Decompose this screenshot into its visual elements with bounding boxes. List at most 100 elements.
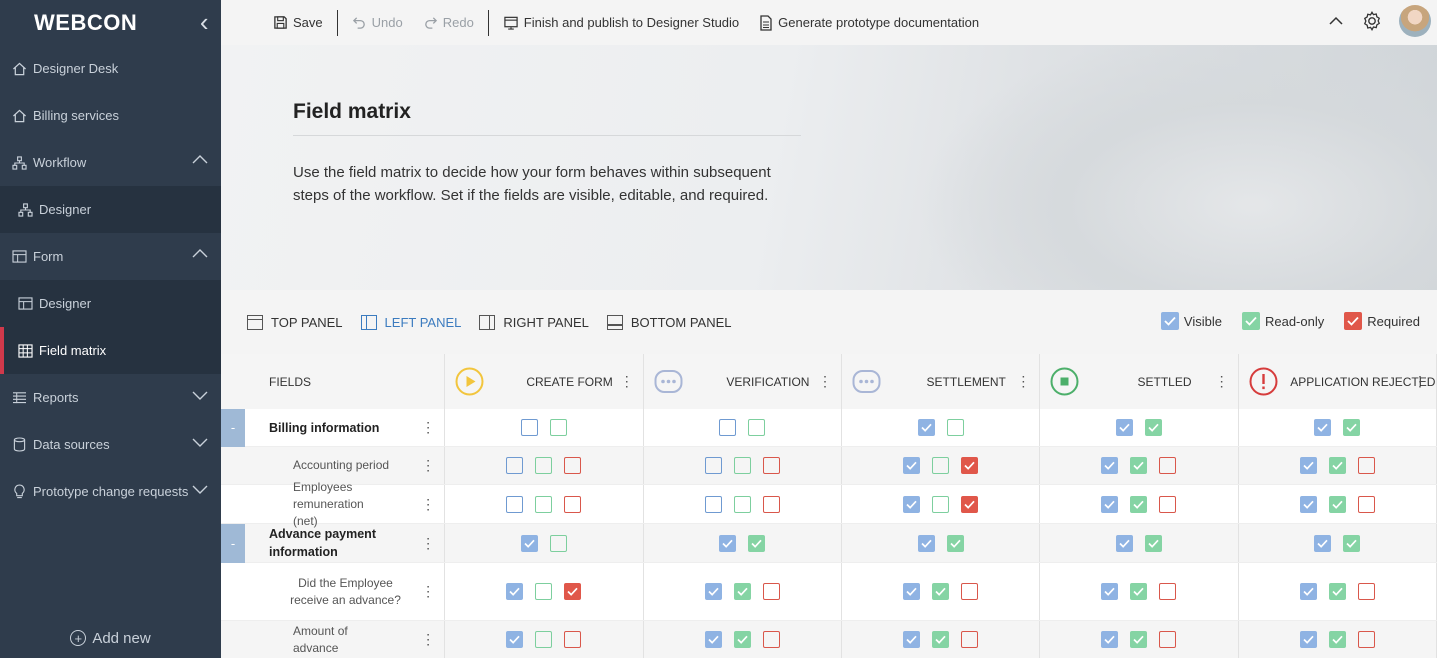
readonly-checkbox[interactable] xyxy=(733,583,751,600)
visible-checkbox[interactable] xyxy=(903,457,921,474)
required-checkbox[interactable] xyxy=(1159,583,1177,600)
chevron-down-icon[interactable] xyxy=(191,386,209,407)
readonly-checkbox[interactable] xyxy=(535,583,553,600)
visible-checkbox[interactable] xyxy=(903,583,921,600)
add-new-button[interactable]: + Add new xyxy=(0,618,221,658)
sidebar-item-form[interactable]: Form xyxy=(0,233,221,280)
readonly-checkbox[interactable] xyxy=(748,419,766,436)
field-menu-icon[interactable]: ⋮ xyxy=(421,496,435,513)
sidebar-item-field-matrix-sub[interactable]: Field matrix xyxy=(0,327,221,374)
tab-right-panel[interactable]: RIGHT PANEL xyxy=(479,314,589,330)
visible-checkbox[interactable] xyxy=(1299,457,1317,474)
collapse-group-button[interactable]: - xyxy=(221,408,245,447)
save-button[interactable]: Save xyxy=(263,15,333,30)
required-checkbox[interactable] xyxy=(1357,631,1375,648)
undo-button[interactable]: Undo xyxy=(342,15,413,30)
visible-checkbox[interactable] xyxy=(506,457,524,474)
required-checkbox[interactable] xyxy=(961,631,979,648)
required-checkbox[interactable] xyxy=(762,631,780,648)
required-checkbox[interactable] xyxy=(1357,583,1375,600)
readonly-checkbox[interactable] xyxy=(733,457,751,474)
required-checkbox[interactable] xyxy=(1159,457,1177,474)
tab-bottom-panel[interactable]: BOTTOM PANEL xyxy=(606,314,732,330)
required-checkbox[interactable] xyxy=(762,457,780,474)
visible-checkbox[interactable] xyxy=(1314,534,1332,552)
readonly-checkbox[interactable] xyxy=(1144,419,1162,436)
readonly-checkbox[interactable] xyxy=(748,534,766,552)
visible-checkbox[interactable] xyxy=(506,631,524,648)
chevron-down-icon[interactable] xyxy=(191,433,209,454)
readonly-checkbox[interactable] xyxy=(1343,534,1361,552)
sidebar-item-workflow[interactable]: Workflow xyxy=(0,139,221,186)
chevron-down-icon[interactable] xyxy=(191,480,209,501)
readonly-checkbox[interactable] xyxy=(1328,631,1346,648)
readonly-checkbox[interactable] xyxy=(932,495,950,513)
required-checkbox[interactable] xyxy=(1357,495,1375,513)
required-checkbox[interactable] xyxy=(1159,631,1177,648)
step-menu-icon[interactable]: ⋮ xyxy=(1413,373,1427,390)
readonly-checkbox[interactable] xyxy=(946,534,964,552)
readonly-checkbox[interactable] xyxy=(549,419,567,436)
chevron-up-icon[interactable] xyxy=(191,245,209,266)
visible-checkbox[interactable] xyxy=(903,495,921,513)
required-checkbox[interactable] xyxy=(762,495,780,513)
sidebar-item-designer-sub[interactable]: Designer xyxy=(0,186,221,233)
generate-documentation-button[interactable]: Generate prototype documentation xyxy=(749,14,989,31)
user-avatar[interactable] xyxy=(1399,5,1431,37)
required-checkbox[interactable] xyxy=(564,583,582,600)
sidebar-item-reports[interactable]: Reports xyxy=(0,374,221,421)
required-checkbox[interactable] xyxy=(564,495,582,513)
readonly-checkbox[interactable] xyxy=(733,631,751,648)
sidebar-item-billing-services[interactable]: Billing services xyxy=(0,92,221,139)
field-menu-icon[interactable]: ⋮ xyxy=(421,631,435,648)
required-checkbox[interactable] xyxy=(961,457,979,474)
field-menu-icon[interactable]: ⋮ xyxy=(421,583,435,600)
readonly-checkbox[interactable] xyxy=(1144,534,1162,552)
step-menu-icon[interactable]: ⋮ xyxy=(818,373,832,390)
visible-checkbox[interactable] xyxy=(1101,583,1119,600)
sidebar-item-designer-sub[interactable]: Designer xyxy=(0,280,221,327)
visible-checkbox[interactable] xyxy=(719,419,737,436)
visible-checkbox[interactable] xyxy=(506,583,524,600)
visible-checkbox[interactable] xyxy=(1115,534,1133,552)
readonly-checkbox[interactable] xyxy=(535,631,553,648)
readonly-checkbox[interactable] xyxy=(733,495,751,513)
collapse-sidebar-icon[interactable]: ‹ xyxy=(200,7,209,38)
visible-checkbox[interactable] xyxy=(1101,457,1119,474)
step-menu-icon[interactable]: ⋮ xyxy=(1215,373,1229,390)
sidebar-item-designer-desk[interactable]: Designer Desk xyxy=(0,45,221,92)
visible-checkbox[interactable] xyxy=(1101,495,1119,513)
tab-top-panel[interactable]: TOP PANEL xyxy=(247,314,343,330)
readonly-checkbox[interactable] xyxy=(549,534,567,552)
finish-publish-button[interactable]: Finish and publish to Designer Studio xyxy=(493,15,749,30)
readonly-checkbox[interactable] xyxy=(932,583,950,600)
readonly-checkbox[interactable] xyxy=(932,631,950,648)
readonly-checkbox[interactable] xyxy=(1130,583,1148,600)
readonly-checkbox[interactable] xyxy=(1130,495,1148,513)
sidebar-item-data-sources[interactable]: Data sources xyxy=(0,421,221,468)
readonly-checkbox[interactable] xyxy=(535,495,553,513)
visible-checkbox[interactable] xyxy=(520,419,538,436)
readonly-checkbox[interactable] xyxy=(1328,495,1346,513)
required-checkbox[interactable] xyxy=(564,631,582,648)
visible-checkbox[interactable] xyxy=(1101,631,1119,648)
visible-checkbox[interactable] xyxy=(917,534,935,552)
required-checkbox[interactable] xyxy=(961,583,979,600)
visible-checkbox[interactable] xyxy=(917,419,935,436)
field-menu-icon[interactable]: ⋮ xyxy=(421,535,435,552)
visible-checkbox[interactable] xyxy=(719,534,737,552)
visible-checkbox[interactable] xyxy=(704,631,722,648)
visible-checkbox[interactable] xyxy=(1299,631,1317,648)
visible-checkbox[interactable] xyxy=(704,457,722,474)
visible-checkbox[interactable] xyxy=(1299,495,1317,513)
required-checkbox[interactable] xyxy=(762,583,780,600)
chevron-up-icon[interactable] xyxy=(1327,12,1345,30)
required-checkbox[interactable] xyxy=(1159,495,1177,513)
visible-checkbox[interactable] xyxy=(704,495,722,513)
readonly-checkbox[interactable] xyxy=(946,419,964,436)
readonly-checkbox[interactable] xyxy=(1130,457,1148,474)
readonly-checkbox[interactable] xyxy=(535,457,553,474)
readonly-checkbox[interactable] xyxy=(1328,457,1346,474)
chevron-up-icon[interactable] xyxy=(191,151,209,172)
field-menu-icon[interactable]: ⋮ xyxy=(421,419,435,436)
